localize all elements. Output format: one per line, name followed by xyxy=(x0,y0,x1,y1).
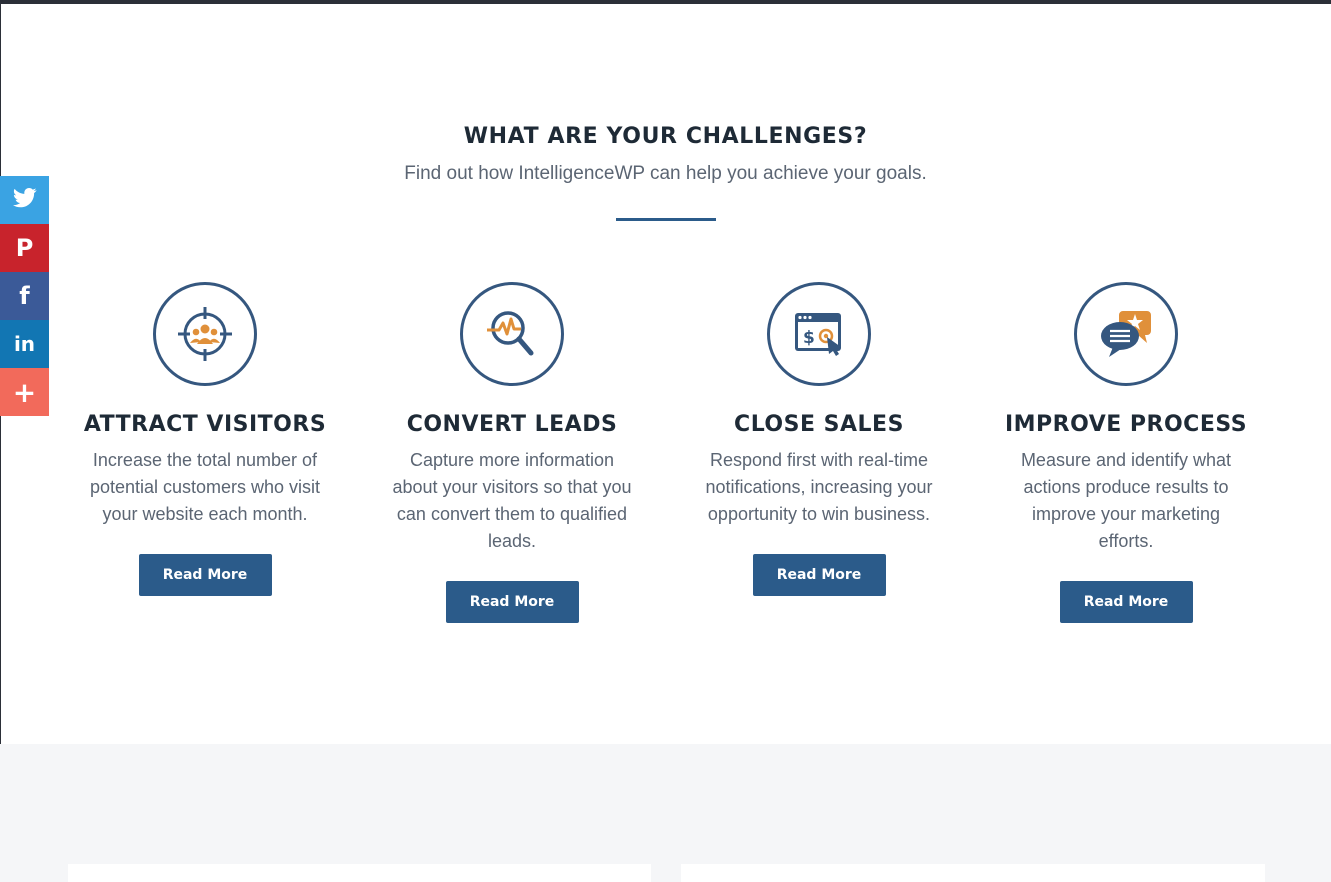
section-subheading: Find out how IntelligenceWP can help you… xyxy=(404,163,927,184)
target-people-icon xyxy=(153,282,257,386)
svg-text:$: $ xyxy=(803,328,815,348)
pinterest-share-button[interactable]: P xyxy=(0,224,49,272)
card-left xyxy=(68,864,651,882)
facebook-icon: f xyxy=(19,282,30,310)
challenge-description: Increase the total number of potential c… xyxy=(89,450,321,524)
read-more-button[interactable]: Read More xyxy=(752,554,886,596)
challenge-title: ATTRACT VISITORS xyxy=(83,412,327,437)
section-heading: WHAT ARE YOUR CHALLENGES? xyxy=(463,124,868,149)
chat-bubbles-star-icon xyxy=(1074,282,1178,386)
next-section-background xyxy=(0,744,1331,882)
challenge-card-attract-visitors: ATTRACT VISITORS Increase the total numb… xyxy=(55,282,355,596)
linkedin-icon: in xyxy=(13,332,36,356)
challenge-card-convert-leads: CONVERT LEADS Capture more information a… xyxy=(362,282,662,623)
more-share-button[interactable]: + xyxy=(0,368,49,416)
read-more-button[interactable]: Read More xyxy=(138,554,272,596)
challenge-description: Respond first with real-time notificatio… xyxy=(705,450,933,524)
challenge-card-close-sales: $ CLOSE SALES Respond first with real-ti… xyxy=(669,282,969,596)
challenge-card-improve-process: IMPROVE PROCESS Measure and identify wha… xyxy=(976,282,1276,623)
challenge-title: IMPROVE PROCESS xyxy=(1004,412,1248,437)
challenge-title: CONVERT LEADS xyxy=(406,412,618,437)
read-more-button[interactable]: Read More xyxy=(1059,581,1193,623)
pinterest-icon: P xyxy=(15,234,34,262)
facebook-share-button[interactable]: f xyxy=(0,272,49,320)
browser-dollar-click-icon: $ xyxy=(767,282,871,386)
magnifier-chart-icon xyxy=(460,282,564,386)
read-more-button[interactable]: Read More xyxy=(445,581,579,623)
social-share-bar: P f in + xyxy=(0,176,49,416)
heading-divider xyxy=(616,218,716,221)
challenge-description: Measure and identify what actions produc… xyxy=(1020,450,1232,551)
twitter-icon xyxy=(12,187,37,213)
card-right xyxy=(681,864,1265,882)
linkedin-share-button[interactable]: in xyxy=(0,320,49,368)
more-icon: + xyxy=(12,375,37,409)
challenge-description: Capture more information about your visi… xyxy=(392,450,632,551)
twitter-share-button[interactable] xyxy=(0,176,49,224)
challenge-title: CLOSE SALES xyxy=(734,412,904,437)
